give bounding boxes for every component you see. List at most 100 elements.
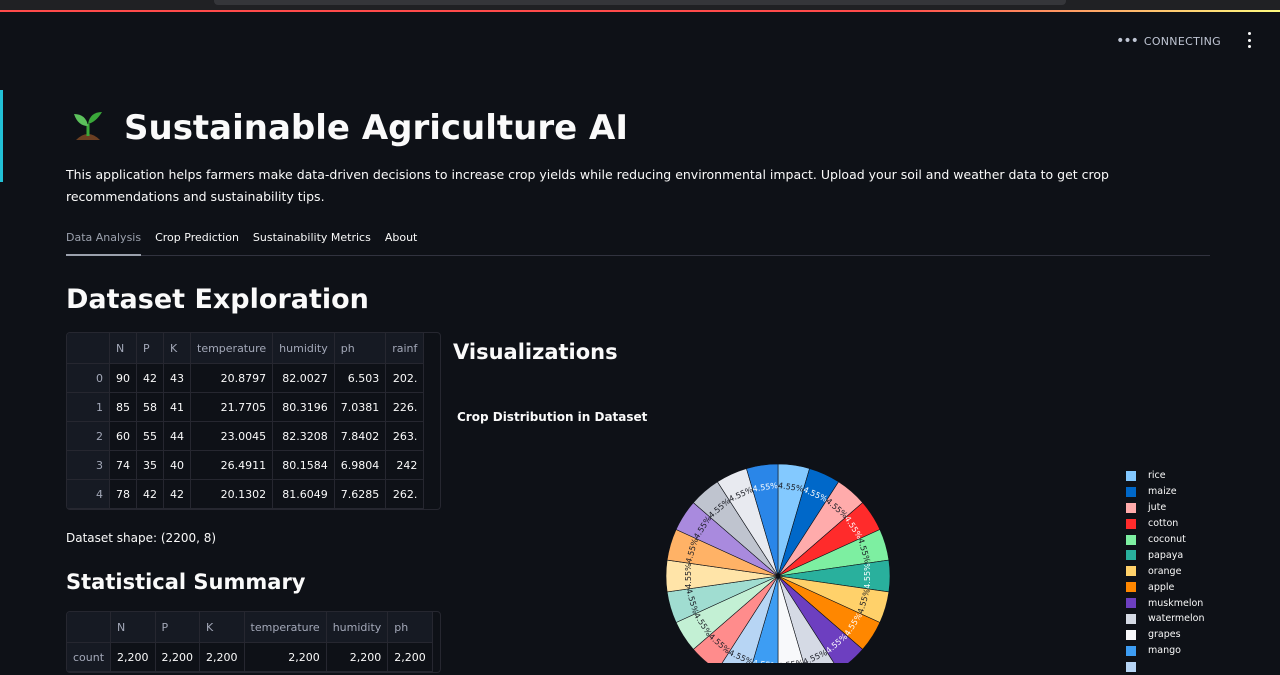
stats-column-header[interactable]: K: [199, 612, 245, 643]
stats-table[interactable]: N P Ktemperature humidity ph count 2,200 2,200…: [66, 611, 441, 673]
main-menu-icon[interactable]: [1244, 32, 1254, 48]
tab-data-analysis[interactable]: Data Analysis: [66, 228, 142, 256]
crop-pie-chart[interactable]: 4.55%4.55%4.55%4.55%4.55%4.55%4.55%4.55%…: [660, 458, 896, 663]
legend-label: mango: [1148, 645, 1181, 657]
dataset-table-cell[interactable]: 74: [109, 450, 137, 480]
legend-item[interactable]: rice: [1126, 468, 1204, 484]
dataset-table-cell[interactable]: 40: [163, 450, 191, 480]
dataset-table-cell[interactable]: 6.503: [334, 363, 387, 393]
dataset-table-cell[interactable]: 262.: [385, 479, 425, 509]
stats-table-cell[interactable]: 2,200: [244, 642, 327, 672]
dataset-table-cell[interactable]: 263.: [385, 421, 425, 451]
dataset-table-cell[interactable]: 43: [163, 363, 191, 393]
stats-column-header[interactable]: humidity: [326, 612, 389, 643]
dataset-table-cell[interactable]: 80.1584: [272, 450, 335, 480]
legend-label: cotton: [1148, 518, 1179, 530]
dataset-row-index[interactable]: 0: [67, 363, 110, 393]
stats-table-cell[interactable]: 2,200: [326, 642, 389, 672]
dataset-column-header[interactable]: ph: [334, 333, 387, 364]
legend-item[interactable]: mango: [1126, 643, 1204, 659]
dataset-table-cell[interactable]: 80.3196: [272, 392, 335, 422]
dataset-table-cell[interactable]: 90: [109, 363, 137, 393]
dataset-column-header[interactable]: P: [136, 333, 164, 364]
dataset-table-cell[interactable]: 20.1302: [190, 479, 274, 509]
dataset-table-cell[interactable]: 35: [136, 450, 164, 480]
legend-item[interactable]: watermelon: [1126, 611, 1204, 627]
stats-table-cell[interactable]: 2,200: [155, 642, 201, 672]
dataset-table-cell[interactable]: 7.0381: [334, 392, 387, 422]
legend-label: maize: [1148, 486, 1177, 498]
visualizations-heading: Visualizations: [453, 340, 618, 364]
stats-column-header[interactable]: [67, 612, 112, 643]
dataset-table-row: 4 78 42 42 20.1302 81.6049 7.6285 262.: [67, 479, 425, 509]
legend-item[interactable]: orange: [1126, 563, 1204, 579]
dataset-table-cell[interactable]: 78: [109, 479, 137, 509]
stats-table-cell[interactable]: 2,200: [387, 642, 433, 672]
dataset-table-cell[interactable]: 82.0027: [272, 363, 335, 393]
stats-column-header[interactable]: P: [155, 612, 201, 643]
dataset-table-cell[interactable]: 26.4911: [190, 450, 274, 480]
legend-swatch: [1126, 566, 1136, 577]
legend-item[interactable]: jute: [1126, 500, 1204, 516]
dataset-table-cell[interactable]: 7.8402: [334, 421, 387, 451]
stats-table-cell[interactable]: 2,200: [199, 642, 245, 672]
dataset-table-cell[interactable]: 23.0045: [190, 421, 274, 451]
stats-table-cell[interactable]: 2,200: [110, 642, 156, 672]
dataset-column-header[interactable]: rainf: [385, 333, 425, 364]
tab-crop-prediction[interactable]: Crop Prediction: [155, 228, 239, 255]
legend-swatch: [1126, 582, 1136, 593]
dataset-table-cell[interactable]: 41: [163, 392, 191, 422]
dataset-table-cell[interactable]: 21.7705: [190, 392, 274, 422]
legend-item[interactable]: muskmelon: [1126, 595, 1204, 611]
legend-item[interactable]: cotton: [1126, 516, 1204, 532]
dataset-column-header[interactable]: humidity: [272, 333, 335, 364]
ellipsis-icon: •••: [1116, 33, 1139, 49]
legend-item[interactable]: grapes: [1126, 627, 1204, 643]
dataset-table[interactable]: N P Ktemperature humidity ph rainf 0 90 42 43 20.…: [66, 332, 441, 510]
legend-item[interactable]: papaya: [1126, 547, 1204, 563]
dataset-row-index[interactable]: 3: [67, 450, 110, 480]
legend-label: orange: [1148, 565, 1182, 577]
dataset-table-cell[interactable]: 20.8797: [190, 363, 274, 393]
dataset-table-cell[interactable]: 202.: [385, 363, 425, 393]
dataset-table-cell[interactable]: 44: [163, 421, 191, 451]
dataset-table-cell[interactable]: 58: [136, 392, 164, 422]
dataset-row-index[interactable]: 2: [67, 421, 110, 451]
dataset-column-header[interactable]: temperature: [190, 333, 274, 364]
dataset-table-cell[interactable]: 60: [109, 421, 137, 451]
browser-chrome: [0, 0, 1280, 10]
dataset-row-index[interactable]: 1: [67, 392, 110, 422]
dataset-table-cell[interactable]: 55: [136, 421, 164, 451]
legend-item[interactable]: maize: [1126, 484, 1204, 500]
dataset-table-cell[interactable]: 42: [163, 479, 191, 509]
dataset-table-cell[interactable]: 7.6285: [334, 479, 387, 509]
side-accent-bar: [0, 90, 3, 182]
stats-column-header[interactable]: ph: [387, 612, 433, 643]
stats-column-header[interactable]: N: [110, 612, 156, 643]
dataset-column-header[interactable]: N: [109, 333, 137, 364]
dataset-column-header[interactable]: K: [163, 333, 191, 364]
dataset-table-cell[interactable]: 42: [136, 363, 164, 393]
dataset-row-index[interactable]: 4: [67, 479, 110, 509]
dataset-table-cell[interactable]: 85: [109, 392, 137, 422]
tab-about[interactable]: About: [385, 228, 418, 255]
dataset-table-cell[interactable]: 42: [136, 479, 164, 509]
connection-status: ••• CONNECTING: [1116, 33, 1221, 49]
tab-sustainability-metrics[interactable]: Sustainability Metrics: [253, 228, 371, 255]
legend-swatch: [1126, 661, 1136, 672]
dataset-table-row: 2 60 55 44 23.0045 82.3208 7.8402 263.: [67, 421, 425, 451]
legend-item[interactable]: coconut: [1126, 532, 1204, 548]
dataset-table-cell[interactable]: 82.3208: [272, 421, 335, 451]
legend-item[interactable]: apple: [1126, 579, 1204, 595]
dataset-table-cell[interactable]: 242: [385, 450, 425, 480]
legend-label: papaya: [1148, 549, 1184, 561]
legend-item[interactable]: [1126, 659, 1204, 675]
page-title: Sustainable Agriculture AI: [124, 108, 628, 148]
dataset-table-cell[interactable]: 81.6049: [272, 479, 335, 509]
stats-column-header[interactable]: temperature: [244, 612, 327, 643]
dataset-table-cell[interactable]: 6.9804: [334, 450, 387, 480]
dataset-column-header[interactable]: [67, 333, 110, 364]
dataset-table-cell[interactable]: 226.: [385, 392, 425, 422]
stats-row-index[interactable]: count: [67, 642, 112, 672]
top-decoration-line: [0, 10, 1280, 12]
